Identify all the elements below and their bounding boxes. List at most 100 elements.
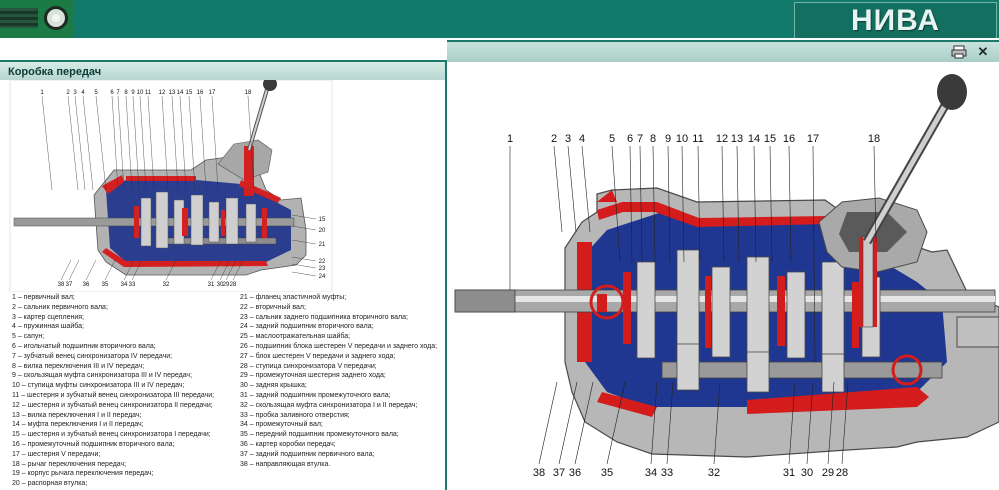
legend-item: 12 – шестерня и зубчатый венец синхрониз…	[12, 401, 213, 409]
large-gearbox-diagram[interactable]: 1 2 3 4 5 6 7 8 9 10 11 12 13 14 15 16 17 1838 37 36 35 34 33 3…	[447, 62, 999, 490]
large-callout-bottom-34: 34	[645, 467, 657, 479]
large-callout-top-2: 2	[551, 133, 557, 145]
legend-item: 19 – корпус рычага переключения передач;	[12, 470, 154, 478]
small-callout-bottom-33: 33	[129, 282, 136, 288]
large-callout-bottom-32: 32	[708, 467, 720, 479]
large-callout-bottom-36: 36	[569, 467, 581, 479]
legend-item: 20 – распорная втулка;	[12, 480, 88, 488]
small-callout-right-21: 21	[319, 242, 326, 248]
legend-item: 35 – передний подшипник промежуточного в…	[240, 431, 399, 439]
print-icon[interactable]	[951, 45, 967, 59]
small-callout-bottom-37: 37	[66, 282, 73, 288]
large-callout-top-3: 3	[565, 133, 571, 145]
small-callout-bottom-32: 32	[163, 282, 170, 288]
small-callout-top-17: 17	[209, 90, 216, 96]
legend-item: 1 – первичный вал;	[12, 294, 75, 301]
legend-item: 6 – игольчатый подшипник вторичного вала…	[12, 342, 156, 350]
legend-item: 22 – вторичный вал;	[240, 303, 306, 311]
large-leader-line	[558, 381, 578, 465]
small-callout-right-22: 22	[319, 259, 326, 265]
small-callout-top-13: 13	[169, 90, 176, 96]
large-callout-top-4: 4	[579, 133, 585, 145]
small-callout-bottom-34: 34	[121, 282, 128, 288]
legend-item: 26 – подшипник блока шестерен V передачи…	[240, 342, 438, 350]
small-callout-right-15: 15	[319, 217, 326, 223]
large-callout-bottom-37: 37	[553, 467, 565, 479]
legend-item: 11 – шестерня и зубчатый венец синхрониз…	[12, 391, 215, 399]
close-icon[interactable]: ✕	[975, 44, 991, 60]
legend-item: 36 – картер коробки передач;	[240, 440, 336, 448]
small-callout-bottom-38: 38	[58, 282, 65, 288]
large-callout-top-11: 11	[692, 133, 703, 145]
large-callout-top-16: 16	[783, 133, 795, 145]
legend-item: 14 – муфта переключения I и II передач;	[12, 421, 144, 429]
large-callout-top-17: 17	[807, 133, 819, 145]
large-callout-bottom-31: 31	[783, 467, 795, 479]
legend-item: 33 – пробка заливного отверстия;	[240, 411, 350, 419]
small-callout-top-11: 11	[145, 90, 152, 96]
large-callout-top-12: 12	[716, 133, 728, 145]
grille	[0, 8, 38, 28]
legend-item: 31 – задний подшипник промежуточного вал…	[240, 391, 391, 399]
legend-item: 8 – вилка переключения III и IV передач;	[12, 362, 145, 370]
large-callout-top-14: 14	[748, 133, 760, 145]
legend-item: 25 – маслоотражательная шайба;	[240, 333, 351, 341]
small-callout-top-10: 10	[137, 90, 144, 96]
small-callout-top-14: 14	[177, 90, 184, 96]
large-callout-top-8: 8	[650, 133, 656, 145]
legend-item: 18 – рычаг переключения передач;	[12, 460, 127, 468]
legend-item: 37 – задний подшипник первичного вала;	[240, 450, 375, 458]
large-callout-bottom-38: 38	[533, 467, 545, 479]
large-callout-bottom-35: 35	[601, 467, 613, 479]
small-callout-bottom-36: 36	[83, 282, 90, 288]
legend-item: 15 – шестерня и зубчатый венец синхрониз…	[12, 431, 211, 439]
small-callout-right-24: 24	[319, 274, 326, 280]
legend-item: 13 – вилка переключения I и II передач;	[12, 411, 142, 419]
legend-item: 10 – ступица муфты синхронизатора III и …	[12, 382, 185, 390]
legend-item: 27 – блок шестерен V передачи и заднего …	[240, 352, 396, 360]
large-callout-top-15: 15	[764, 133, 776, 145]
large-callout-top-6: 6	[627, 133, 633, 145]
legend-item: 7 – зубчатый венец синхронизатора IV пер…	[12, 352, 173, 360]
legend-item: 17 – шестерня V передачи;	[12, 450, 101, 458]
large-callout-bottom-28: 28	[836, 467, 848, 479]
large-callout-top-13: 13	[731, 133, 743, 145]
small-callout-bottom-28: 28	[230, 282, 237, 288]
small-callout-bottom-31: 31	[208, 282, 215, 288]
legend-item: 16 – промежуточный подшипник вторичного …	[12, 440, 175, 448]
legend-item: 2 – сальник первичного вала;	[12, 303, 108, 311]
large-leader-line	[567, 145, 577, 233]
diagram-toolbar: ✕	[447, 42, 999, 62]
legend-item: 32 – скользящая муфта синхронизатора I и…	[240, 401, 418, 409]
left-panel-title: Коробка передач	[8, 66, 102, 78]
left-panel: Коробка передач 1 2 3 4 5 6 7 8 9 10 11 12 13 14 15 1	[0, 60, 447, 490]
large-callout-top-7: 7	[637, 133, 643, 145]
small-callout-top-12: 12	[159, 90, 166, 96]
headlight	[44, 6, 68, 30]
legend-item: 4 – пружинная шайба;	[12, 323, 84, 331]
diagram-window: ✕ 1 2 3 4 5 6 7 8 9 10 11 12 13 14 15 16…	[447, 40, 999, 490]
large-leader-line	[553, 145, 563, 233]
small-callout-top-16: 16	[197, 90, 204, 96]
large-callout-bottom-29: 29	[822, 467, 834, 479]
small-callout-top-15: 15	[186, 90, 193, 96]
legend-item: 9 – скользящая муфта синхронизатора III …	[12, 372, 193, 380]
small-gearbox-diagram[interactable]: 1234567891011121314151617181520212223242…	[6, 80, 336, 292]
legend-item: 3 – картер сцепления;	[12, 313, 84, 321]
large-callout-top-9: 9	[665, 133, 671, 145]
brand-box: НИВА	[794, 2, 997, 38]
legend-item: 30 – задняя крышка;	[240, 382, 307, 390]
small-callout-top-18: 18	[245, 90, 252, 96]
legend-item: 24 – задний подшипник вторичного вала;	[240, 323, 374, 331]
legend-item: 38 – направляющая втулка.	[240, 460, 331, 468]
legend-item: 34 – промежуточный вал;	[240, 421, 323, 429]
large-callout-top-5: 5	[609, 133, 615, 145]
large-callout-top-18: 18	[868, 133, 880, 145]
car-headlight-icon	[0, 0, 74, 38]
legend-item: 23 – сальник заднего подшипника вторично…	[240, 313, 408, 321]
large-callout-bottom-30: 30	[801, 467, 813, 479]
brand-title: НИВА	[850, 4, 941, 37]
legend-item: 28 – ступица синхронизатора V передачи;	[240, 362, 377, 370]
legend-item: 29 – промежуточная шестерня заднего хода…	[240, 372, 386, 380]
legend-column-2: 21 – фланец эластичной муфты; 22 – вторич…	[240, 293, 437, 469]
